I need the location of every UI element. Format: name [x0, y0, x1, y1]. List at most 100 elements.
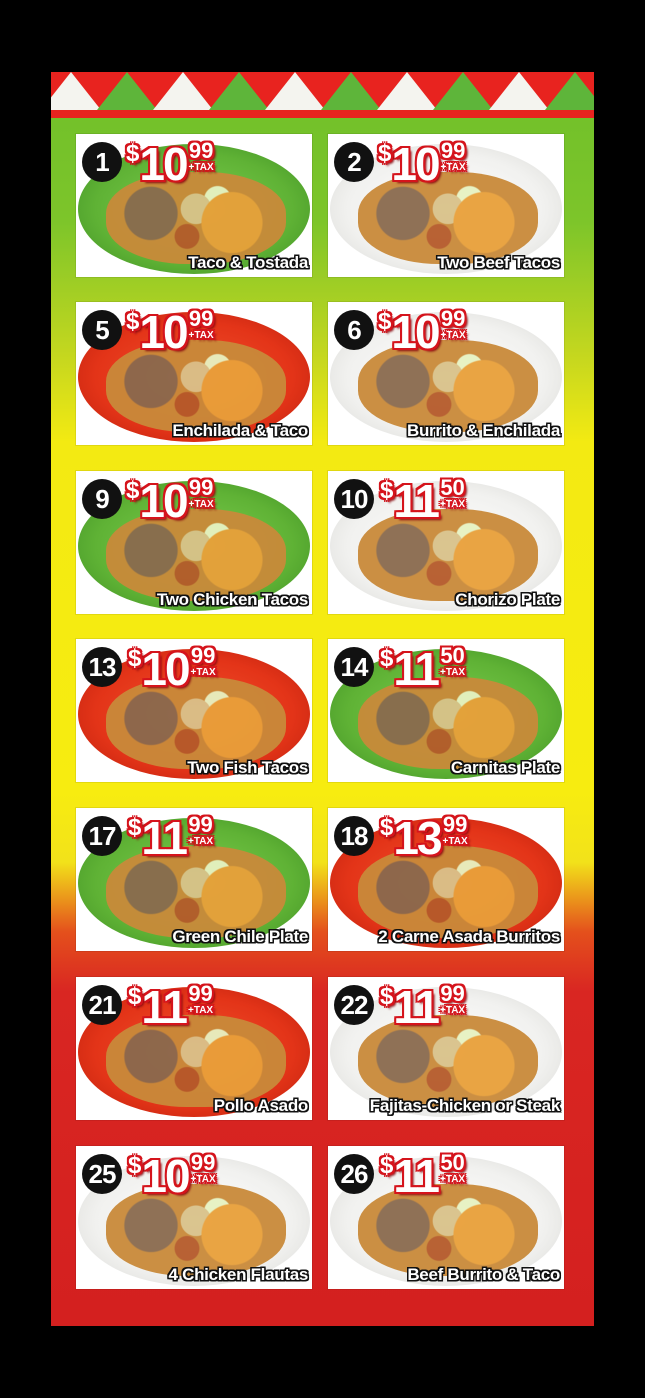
item-price: $10 99 +TAX	[378, 136, 466, 192]
price-dollar-sign: $	[128, 814, 142, 841]
menu-item-card[interactable]: 14 $11 50 +TAX Carnitas Plate	[328, 639, 564, 782]
price-tax-note: +TAX	[190, 667, 216, 678]
item-name: Carnitas Plate	[450, 758, 560, 777]
item-name: Pollo Asado	[213, 1096, 309, 1115]
banner-triangle	[321, 72, 381, 110]
item-price: $11 99 +TAX	[380, 979, 465, 1035]
price-cents-group: 99 +TAX	[189, 477, 214, 511]
price-cents: 50	[440, 1150, 465, 1175]
item-number-badge: 2	[334, 142, 374, 182]
price-dollars: 11	[393, 643, 440, 695]
price-tax-note: +TAX	[442, 836, 468, 847]
item-number-badge: 6	[334, 310, 374, 350]
menu-item-card[interactable]: 25 $10 99 +TAX 4 Chicken Flautas	[76, 1146, 312, 1289]
price-dollar-sign: $	[378, 308, 392, 335]
item-name: Two Chicken Tacos	[156, 590, 308, 609]
price-cents: 99	[190, 1150, 216, 1175]
price-cents: 99	[188, 138, 214, 163]
item-name: Beef Burrito & Taco	[407, 1265, 560, 1284]
price-dollar-sign: $	[128, 645, 142, 672]
price-tax-note: +TAX	[440, 499, 466, 510]
menu-item-card[interactable]: 13 $10 99 +TAX Two Fish Tacos	[76, 639, 312, 782]
price-tax-note: +TAX	[440, 330, 466, 341]
item-price: $10 99 +TAX	[126, 136, 214, 192]
menu-item-card[interactable]: 18 $13 99 +TAX 2 Carne Asada Burritos	[328, 808, 564, 951]
banner-triangle	[209, 72, 269, 110]
menu-item-card[interactable]: 9 $10 99 +TAX Two Chicken Tacos	[76, 471, 312, 614]
menu-item-card[interactable]: 21 $11 99 +TAX Pollo Asado	[76, 977, 312, 1120]
item-name: Fajitas-Chicken or Steak	[369, 1096, 561, 1115]
price-cents: 99	[188, 812, 213, 837]
price-dollar-sign: $	[126, 140, 140, 167]
price-cents-group: 99 +TAX	[440, 981, 466, 1017]
banner-triangle	[153, 72, 213, 110]
item-number-badge: 17	[82, 816, 122, 856]
menu-item-card[interactable]: 22 $11 99 +TAX Fajitas-Chicken or Steak	[328, 977, 564, 1120]
price-cents-group: 99 +TAX	[188, 138, 214, 174]
menu-item-card[interactable]: 2 $10 99 +TAX Two Beef Tacos	[328, 134, 564, 277]
item-name: Green Chile Plate	[172, 927, 308, 946]
menu-item-card[interactable]: 17 $11 99 +TAX Green Chile Plate	[76, 808, 312, 951]
item-price: $11 50 +TAX	[380, 641, 465, 697]
price-dollar-sign: $	[380, 983, 394, 1010]
menu-item-card[interactable]: 1 $10 99 +TAX Taco & Tostada	[76, 134, 312, 277]
menu-item-card[interactable]: 26 $11 50 +TAX Beef Burrito & Taco	[328, 1146, 564, 1289]
price-dollars: 10	[139, 475, 188, 527]
price-cents-group: 50 +TAX	[440, 475, 466, 511]
price-tax-note: +TAX	[440, 162, 466, 173]
price-cents-group: 99 +TAX	[188, 306, 214, 342]
price-dollars: 10	[391, 138, 440, 190]
price-tax-note: +TAX	[440, 1005, 466, 1016]
menu-item-card[interactable]: 5 $10 99 +TAX Enchilada & Taco	[76, 302, 312, 445]
item-name: Burrito & Enchilada	[407, 421, 560, 440]
price-cents: 99	[440, 306, 466, 331]
price-dollar-sign: $	[128, 983, 142, 1010]
menu-panel: 1 $10 99 +TAX Taco & Tostada 2 $10 99 +TAX Two Be…	[51, 72, 594, 1326]
price-dollars: 11	[393, 981, 440, 1033]
price-dollars: 13	[393, 812, 442, 864]
price-cents: 99	[440, 981, 465, 1006]
item-number-badge: 25	[82, 1154, 122, 1194]
item-name: Taco & Tostada	[188, 253, 308, 272]
item-price: $13 99 +TAX	[380, 810, 468, 866]
price-cents: 99	[188, 306, 214, 331]
price-dollar-sign: $	[128, 1152, 142, 1179]
price-dollars: 11	[141, 981, 188, 1033]
banner-triangle	[377, 72, 437, 110]
item-name: Enchilada & Taco	[172, 421, 308, 440]
price-tax-note: +TAX	[188, 330, 214, 341]
banner-triangle	[265, 72, 325, 110]
item-number-badge: 21	[82, 985, 122, 1025]
item-name: Chorizo Plate	[455, 590, 560, 609]
item-price: $10 99 +TAX	[126, 304, 214, 360]
item-price: $10 99 +TAX	[378, 304, 466, 360]
item-number-badge: 10	[334, 479, 374, 519]
price-cents-group: 99 +TAX	[188, 812, 213, 848]
item-number-badge: 18	[334, 816, 374, 856]
price-dollar-sign: $	[380, 814, 394, 841]
price-cents: 99	[190, 643, 216, 668]
banner-triangle	[545, 72, 594, 110]
top-banner	[51, 72, 594, 118]
price-cents-group: 99 +TAX	[440, 140, 466, 174]
item-number-badge: 14	[334, 647, 374, 687]
price-cents-group: 50 +TAX	[440, 1150, 465, 1186]
price-cents-group: 99 +TAX	[190, 1150, 216, 1186]
price-dollar-sign: $	[380, 1152, 394, 1179]
price-cents-group: 99 +TAX	[440, 306, 466, 342]
price-cents: 50	[440, 475, 465, 500]
price-cents-group: 99 +TAX	[190, 643, 216, 679]
item-price: $11 99 +TAX	[128, 810, 213, 866]
banner-triangle	[51, 72, 101, 110]
item-price: $10 99 +TAX	[128, 641, 216, 697]
menu-item-card[interactable]: 6 $10 99 +TAX Burrito & Enchilada	[328, 302, 564, 445]
item-price: $10 99 +TAX	[128, 1148, 216, 1204]
banner-triangle	[489, 72, 549, 110]
item-number-badge: 22	[334, 985, 374, 1025]
price-cents-group: 99 +TAX	[188, 981, 213, 1017]
item-name: Two Beef Tacos	[437, 253, 560, 272]
price-dollars: 11	[393, 1150, 440, 1202]
price-cents: 99	[188, 981, 213, 1006]
menu-item-card[interactable]: 10 $11 50 +TAX Chorizo Plate	[328, 471, 564, 614]
item-name: Two Fish Tacos	[187, 758, 308, 777]
